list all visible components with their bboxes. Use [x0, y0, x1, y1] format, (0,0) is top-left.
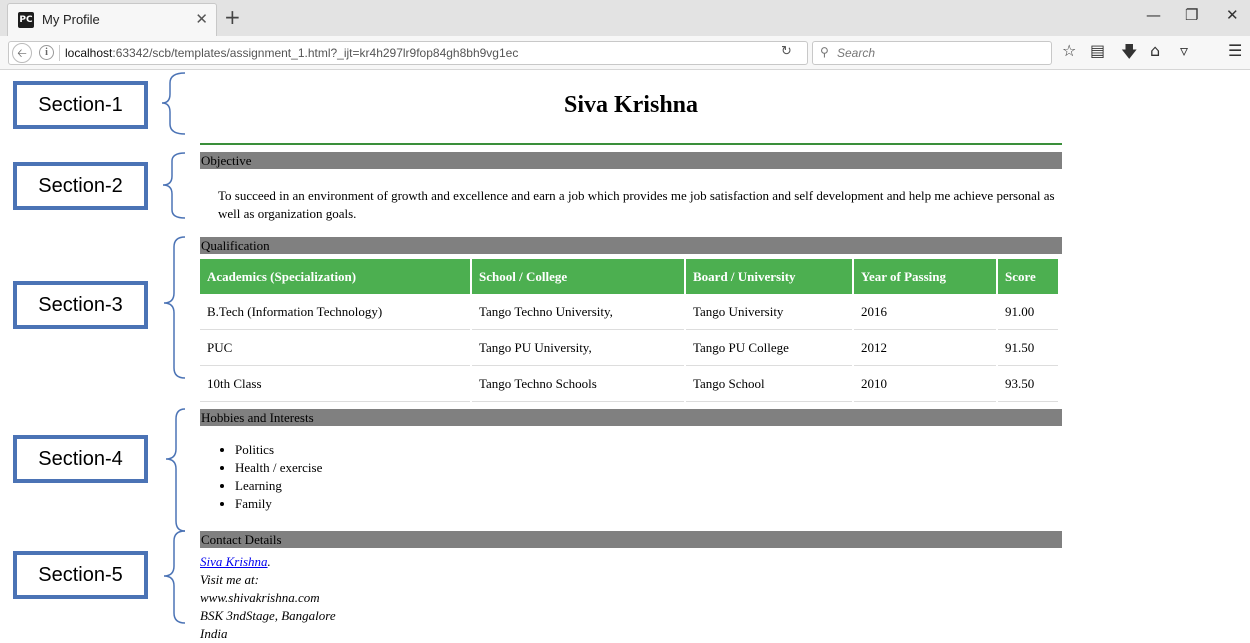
new-tab-icon[interactable]: + [224, 5, 241, 29]
contact-details: Siva Krishna. Visit me at: www.shivakris… [200, 553, 336, 643]
table-row: 10th Class Tango Techno Schools Tango Sc… [200, 366, 1058, 402]
contact-country: India [200, 626, 228, 641]
section-heading-objective: Objective [200, 152, 1062, 169]
restore-icon[interactable]: ❐ [1185, 6, 1198, 24]
section-heading-qualification: Qualification [200, 237, 1062, 254]
brace-5 [163, 530, 186, 624]
contact-name-period: . [267, 554, 271, 569]
hobbies-list: Politics Health / exercise Learning Fami… [207, 441, 322, 513]
cell-board: Tango School [686, 366, 852, 402]
header-academics: Academics (Specialization) [200, 259, 470, 294]
search-input[interactable]: ⚲ Search [812, 41, 1052, 65]
section-heading-hobbies: Hobbies and Interests [200, 409, 1062, 426]
cell-academics: PUC [200, 330, 470, 366]
callout-section-3: Section-3 [13, 281, 148, 329]
table-header-row: Academics (Specialization) School / Coll… [200, 259, 1058, 294]
bookmark-star-icon[interactable]: ☆ [1062, 41, 1076, 60]
cell-year: 2010 [854, 366, 996, 402]
cell-academics: 10th Class [200, 366, 470, 402]
callout-section-2: Section-2 [13, 162, 148, 210]
contact-address: BSK 3ndStage, Bangalore [200, 608, 336, 623]
menu-icon[interactable]: ☰ [1228, 41, 1242, 60]
callout-section-5: Section-5 [13, 551, 148, 599]
cell-academics: B.Tech (Information Technology) [200, 294, 470, 330]
reload-icon[interactable]: ↻ [781, 44, 792, 59]
list-item: Health / exercise [235, 459, 322, 477]
search-placeholder: Search [837, 46, 876, 60]
brace-3 [163, 236, 186, 379]
brace-4 [165, 408, 186, 532]
header-score: Score [998, 259, 1058, 294]
list-item: Family [235, 495, 322, 513]
header-board: Board / University [686, 259, 852, 294]
cell-board: Tango PU College [686, 330, 852, 366]
contact-name-line: Siva Krishna. [200, 553, 336, 571]
brace-2 [162, 152, 186, 219]
cell-school: Tango Techno Schools [472, 366, 684, 402]
brace-1 [161, 72, 186, 135]
cell-school: Tango Techno University, [472, 294, 684, 330]
qualification-table: Academics (Specialization) School / Coll… [198, 259, 1060, 402]
cell-score: 93.50 [998, 366, 1058, 402]
callout-section-4: Section-4 [13, 435, 148, 483]
contact-name-link[interactable]: Siva Krishna [200, 554, 268, 569]
cell-year: 2012 [854, 330, 996, 366]
minimize-icon[interactable]: — [1146, 6, 1161, 24]
table-row: PUC Tango PU University, Tango PU Colleg… [200, 330, 1058, 366]
list-item: Learning [235, 477, 322, 495]
cell-year: 2016 [854, 294, 996, 330]
contact-website: www.shivakrishna.com [200, 590, 320, 605]
header-school: School / College [472, 259, 684, 294]
cell-score: 91.00 [998, 294, 1058, 330]
table-row: B.Tech (Information Technology) Tango Te… [200, 294, 1058, 330]
home-icon[interactable]: ⌂ [1150, 41, 1160, 60]
cell-board: Tango University [686, 294, 852, 330]
cell-score: 91.50 [998, 330, 1058, 366]
download-icon[interactable]: 🡇 [1121, 41, 1137, 68]
title-divider [200, 143, 1062, 145]
search-icon: ⚲ [820, 45, 829, 59]
header-year: Year of Passing [854, 259, 996, 294]
reader-icon[interactable]: ▤ [1090, 41, 1105, 60]
page-title: Siva Krishna [563, 92, 699, 118]
window-close-icon[interactable]: ✕ [1226, 6, 1239, 24]
objective-text: To succeed in an environment of growth a… [218, 188, 1055, 221]
section-heading-contact: Contact Details [200, 531, 1062, 548]
callout-section-1: Section-1 [13, 81, 148, 129]
contact-visit: Visit me at: [200, 572, 259, 587]
pocket-icon[interactable]: ▿ [1180, 41, 1188, 60]
cell-school: Tango PU University, [472, 330, 684, 366]
list-item: Politics [235, 441, 322, 459]
